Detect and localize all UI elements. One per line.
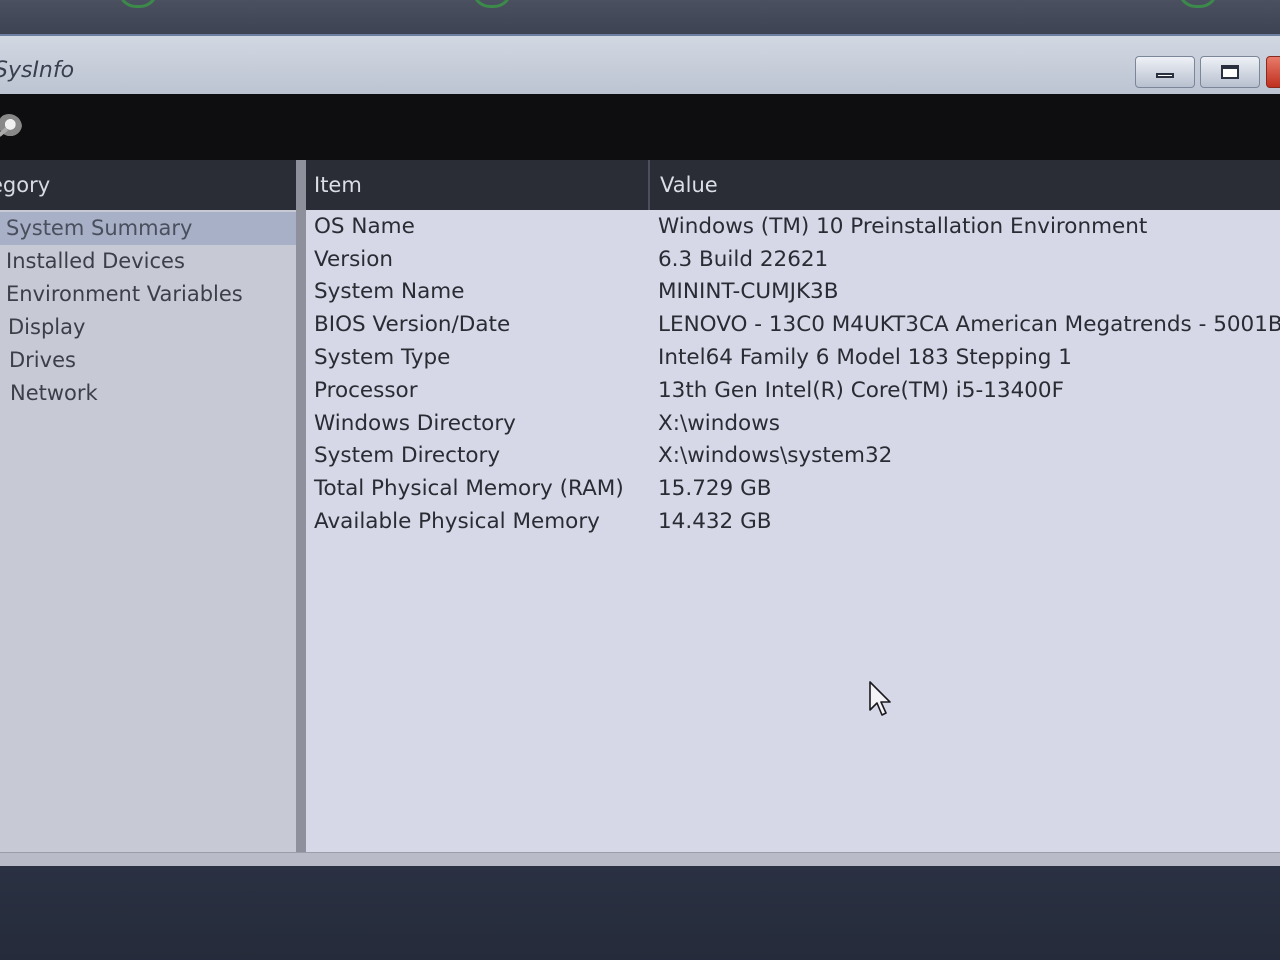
desktop-icon-fragment — [118, 0, 158, 8]
category-header[interactable]: egory — [0, 160, 296, 210]
category-item-drives[interactable]: Drives — [0, 344, 296, 377]
maximize-icon — [1221, 65, 1239, 79]
category-item-network[interactable]: Network — [0, 377, 296, 410]
row-value: 6.3 Build 22621 — [658, 246, 829, 272]
row-value: Windows (TM) 10 Preinstallation Environm… — [658, 213, 1148, 239]
table-row[interactable]: Version 6.3 Build 22621 — [306, 243, 1280, 276]
mouse-pointer-icon — [869, 681, 891, 716]
table-row[interactable]: Total Physical Memory (RAM) 15.729 GB — [306, 472, 1280, 505]
row-item: Available Physical Memory — [314, 509, 600, 535]
row-value: 14.432 GB — [658, 509, 772, 535]
row-item: System Directory — [314, 443, 501, 469]
row-value: 13th Gen Intel(R) Core(TM) i5-13400F — [658, 377, 1064, 403]
desktop-top-strip — [0, 0, 1280, 34]
row-value: LENOVO - 13C0 M4UKT3CA American Megatren… — [658, 312, 1280, 338]
row-item: OS Name — [314, 213, 415, 239]
window-bottom-border — [0, 852, 1280, 866]
maximize-button[interactable] — [1200, 56, 1260, 88]
row-item: Version — [314, 246, 394, 272]
column-header-value[interactable]: Value — [652, 160, 1280, 210]
details-pane: Item Value OS Name Windows (TM) 10 Prein… — [306, 160, 1280, 852]
desktop-icon-fragment — [472, 0, 512, 8]
row-value: 15.729 GB — [658, 476, 772, 502]
minimize-icon — [1156, 72, 1174, 78]
category-pane: egory System Summary Installed Devices E… — [0, 160, 300, 852]
desktop-taskbar-area — [0, 866, 1280, 960]
table-row[interactable]: Windows Directory X:\windows — [306, 407, 1280, 440]
pane-splitter[interactable] — [296, 160, 306, 852]
refresh-gear-icon[interactable] — [0, 114, 22, 140]
row-item: Windows Directory — [314, 410, 516, 436]
row-value: X:\windows\system32 — [658, 443, 893, 469]
desktop-icon-fragment — [1178, 0, 1218, 8]
table-row[interactable]: System Directory X:\windows\system32 — [306, 440, 1280, 473]
minimize-button[interactable] — [1135, 56, 1195, 88]
category-item-installed-devices[interactable]: Installed Devices — [0, 245, 296, 278]
row-item: BIOS Version/Date — [314, 312, 511, 338]
row-item: System Type — [314, 345, 451, 371]
table-row[interactable]: BIOS Version/Date LENOVO - 13C0 M4UKT3CA… — [306, 308, 1280, 341]
row-value: X:\windows — [658, 410, 780, 436]
table-row[interactable]: Available Physical Memory 14.432 GB — [306, 505, 1280, 538]
close-button[interactable] — [1266, 56, 1280, 88]
sysinfo-window: SysInfo egory System Summary Installed D… — [0, 34, 1280, 866]
window-title: SysInfo — [0, 58, 75, 83]
category-list: System Summary Installed Devices Environ… — [0, 212, 296, 410]
table-row[interactable]: OS Name Windows (TM) 10 Preinstallation … — [306, 210, 1280, 243]
row-item: Total Physical Memory (RAM) — [314, 476, 624, 502]
table-row[interactable]: System Name MININT-CUMJK3B — [306, 276, 1280, 309]
category-item-environment-variables[interactable]: Environment Variables — [0, 278, 296, 311]
table-row[interactable]: Processor 13th Gen Intel(R) Core(TM) i5-… — [306, 374, 1280, 407]
row-value: Intel64 Family 6 Model 183 Stepping 1 — [658, 345, 1072, 371]
details-table: OS Name Windows (TM) 10 Preinstallation … — [306, 210, 1280, 538]
toolbar — [0, 94, 1280, 160]
category-item-system-summary[interactable]: System Summary — [0, 212, 296, 245]
row-item: Processor — [314, 377, 418, 403]
table-row[interactable]: System Type Intel64 Family 6 Model 183 S… — [306, 341, 1280, 374]
title-bar[interactable]: SysInfo — [0, 34, 1280, 94]
category-item-display[interactable]: Display — [0, 311, 296, 344]
column-header-item[interactable]: Item — [306, 160, 650, 210]
details-header: Item Value — [306, 160, 1280, 210]
row-value: MININT-CUMJK3B — [658, 279, 839, 305]
row-item: System Name — [314, 279, 465, 305]
